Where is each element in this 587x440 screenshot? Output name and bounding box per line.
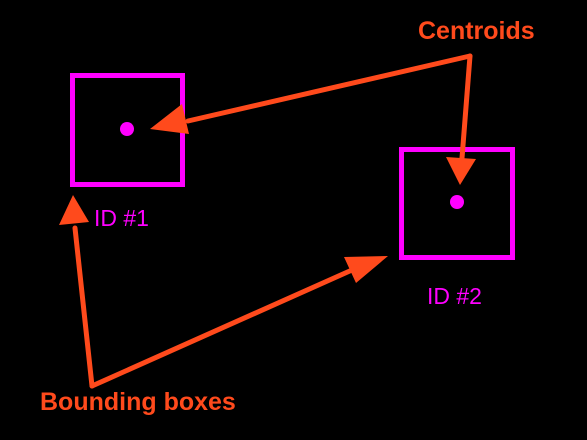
- arrow-box-2-shaft: [89, 267, 355, 389]
- arrow-centroid-1-shaft: [185, 53, 473, 124]
- arrow-centroid-2-head: [446, 157, 476, 185]
- annotation-arrows: [59, 53, 476, 389]
- arrow-box-1-shaft: [72, 225, 95, 389]
- arrow-centroid-2-shaft: [459, 53, 473, 161]
- arrow-centroid-1-head: [150, 104, 189, 134]
- diagram-canvas: ID #1 ID #2 Centroids Bounding boxes: [0, 0, 587, 440]
- arrow-box-1-head: [59, 195, 89, 225]
- arrow-box-2-head: [344, 256, 388, 283]
